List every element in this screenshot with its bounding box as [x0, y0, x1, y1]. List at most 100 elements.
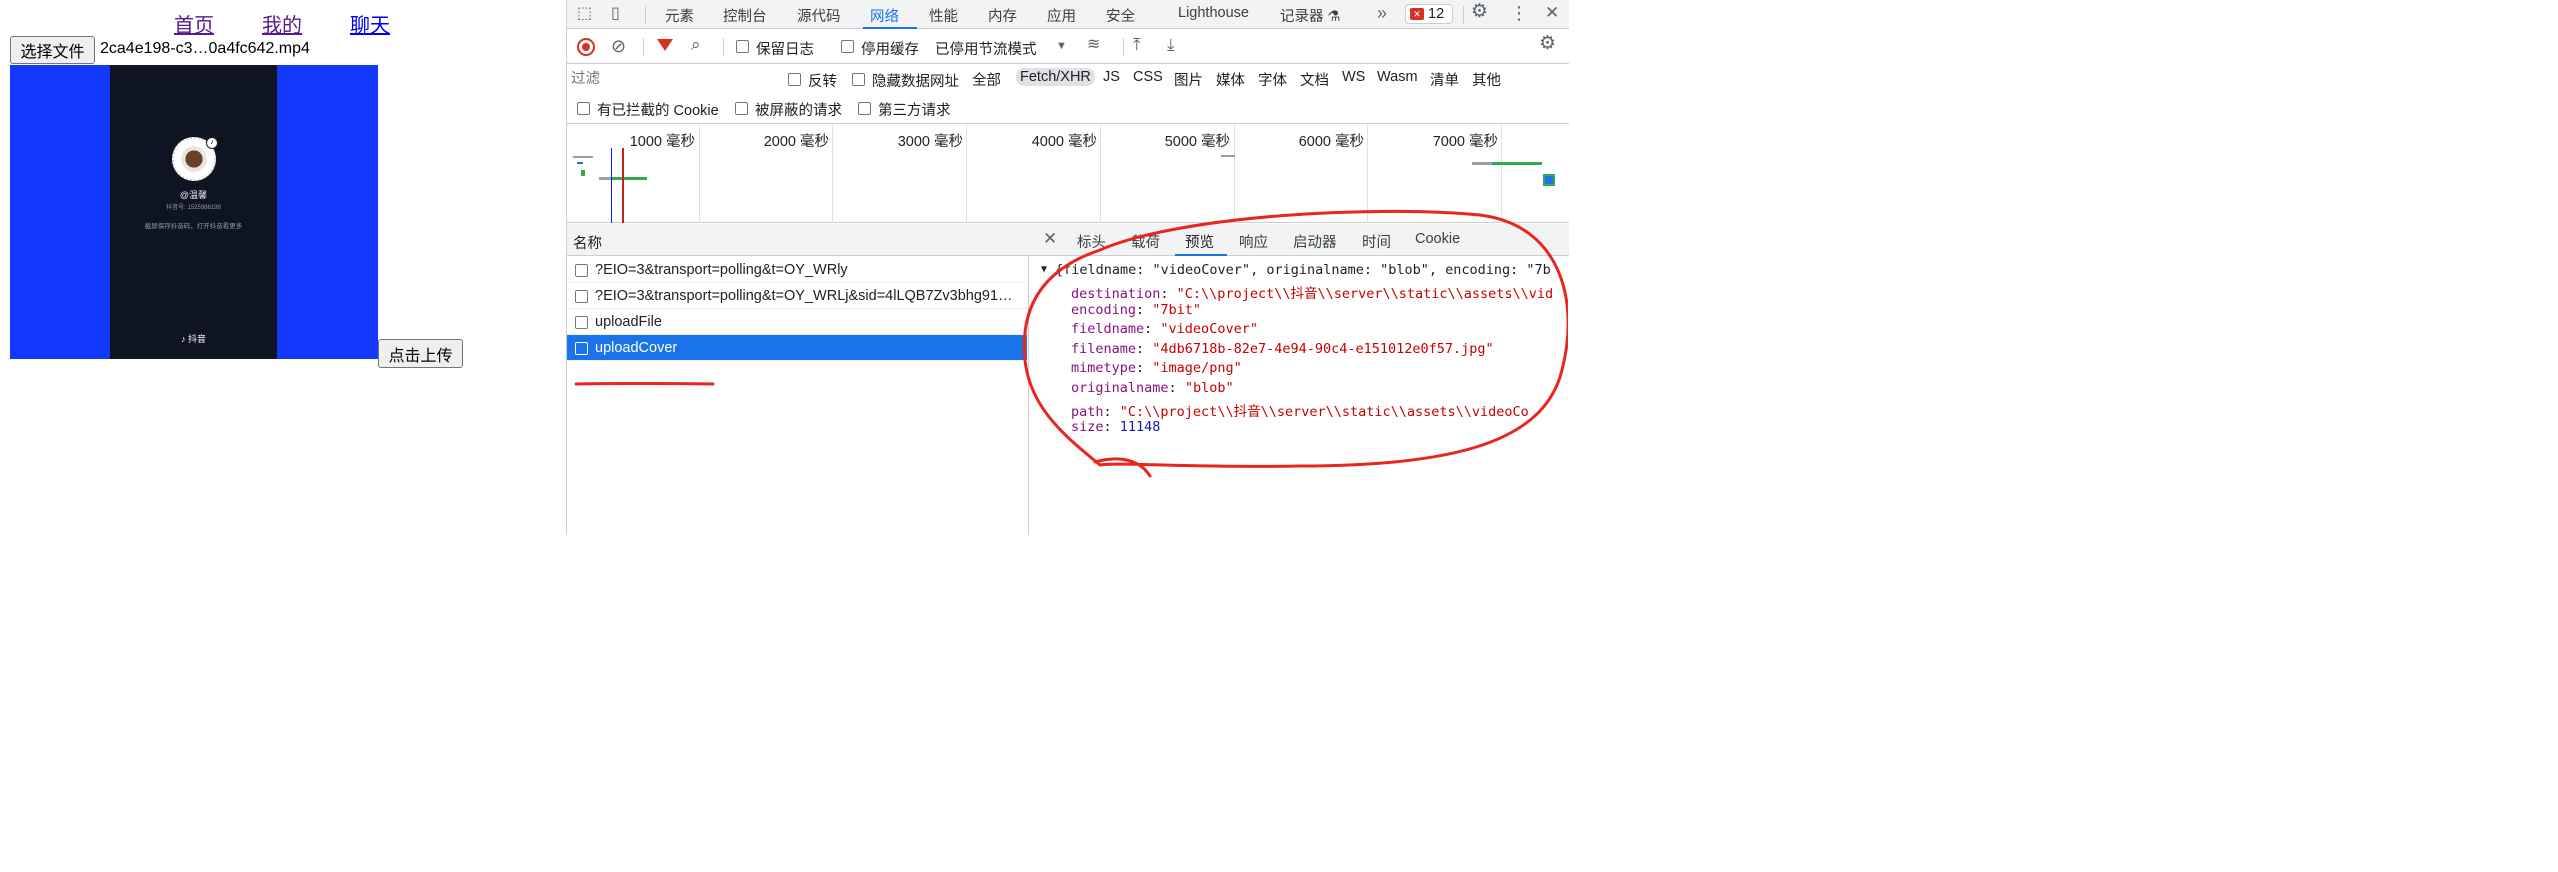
nav-link-home[interactable]: 首页	[174, 9, 214, 38]
request-detail-pane: ✕ 标头 载荷 预览 响应 启动器 时间 Cookie ▼ {fieldname…	[1029, 224, 1569, 535]
disable-cache-checkbox[interactable]	[841, 40, 854, 53]
throttle-select[interactable]: 已停用节流模式	[935, 38, 1037, 59]
video-logo-text: 抖音	[188, 334, 207, 344]
row-checkbox[interactable]	[575, 316, 588, 329]
row-checkbox[interactable]	[575, 290, 588, 303]
close-devtools-icon[interactable]: ✕	[1545, 4, 1559, 21]
blocked-cookies-label: 有已拦截的 Cookie	[597, 103, 719, 119]
device-toolbar-icon[interactable]: ▯	[611, 6, 620, 22]
network-conditions-icon[interactable]: ≋	[1087, 37, 1100, 53]
preserve-log-checkbox[interactable]	[736, 40, 749, 53]
row-checkbox[interactable]	[575, 264, 588, 277]
json-field: fieldname: "videoCover"	[1071, 321, 1258, 337]
search-icon[interactable]: ⌕	[691, 36, 701, 53]
preserve-log-label: 保留日志	[756, 42, 814, 58]
json-field: encoding: "7bit"	[1071, 302, 1202, 318]
inspect-element-icon[interactable]: ⬚	[577, 6, 592, 22]
request-name: ?EIO=3&transport=polling&t=OY_WRly	[595, 262, 848, 278]
douyin-badge-icon: ♪	[206, 137, 218, 149]
third-party-checkbox[interactable]	[858, 102, 871, 115]
nav-link-chat[interactable]: 聊天	[350, 9, 390, 38]
type-filter-manifest[interactable]: 清单	[1430, 69, 1459, 90]
tab-memory[interactable]: 内存	[988, 5, 1017, 26]
expand-triangle-icon[interactable]: ▼	[1041, 264, 1047, 275]
devtools-tab-bar: ⬚ ▯ 元素 控制台 源代码 网络 性能 内存 应用 安全 Lighthouse…	[567, 0, 1569, 29]
request-row[interactable]: ?EIO=3&transport=polling&t=OY_WRly	[567, 257, 1027, 283]
tab-application[interactable]: 应用	[1047, 5, 1076, 26]
detail-tab-preview[interactable]: 预览	[1185, 231, 1214, 252]
json-field: originalname: "blob"	[1071, 380, 1234, 396]
overview-tick: 5000 毫秒	[1164, 134, 1230, 150]
detail-tab-payload[interactable]: 载荷	[1131, 231, 1160, 252]
overview-tick: 7000 毫秒	[1432, 134, 1498, 150]
invert-checkbox[interactable]	[788, 73, 801, 86]
tab-lighthouse[interactable]: Lighthouse	[1178, 5, 1249, 21]
hide-data-urls-checkbox[interactable]	[852, 73, 865, 86]
column-name-header[interactable]: 名称	[573, 232, 602, 253]
tab-recorder[interactable]: 记录器 ⚗	[1280, 5, 1341, 26]
request-row-selected[interactable]: uploadCover	[567, 335, 1027, 361]
type-filter-img[interactable]: 图片	[1174, 69, 1203, 90]
type-filter-all[interactable]: 全部	[972, 69, 1001, 90]
error-icon: ✕	[1410, 8, 1424, 20]
more-options-icon[interactable]: ⋮	[1510, 4, 1528, 22]
type-filter-doc[interactable]: 文档	[1300, 69, 1329, 90]
filter-funnel-icon[interactable]	[657, 39, 673, 51]
record-stop-icon[interactable]	[577, 38, 595, 56]
blocked-cookies-checkbox[interactable]	[577, 102, 590, 115]
tab-performance[interactable]: 性能	[929, 5, 958, 26]
overview-tick: 6000 毫秒	[1298, 134, 1364, 150]
row-checkbox[interactable]	[575, 342, 588, 355]
json-field: mimetype: "image/png"	[1071, 360, 1242, 376]
detail-tab-bar: ✕ 标头 载荷 预览 响应 启动器 时间 Cookie	[1029, 224, 1569, 256]
type-filter-wasm[interactable]: Wasm	[1377, 69, 1418, 85]
type-filter-css[interactable]: CSS	[1133, 69, 1163, 85]
type-filter-font[interactable]: 字体	[1258, 69, 1287, 90]
more-tabs-icon[interactable]: »	[1377, 4, 1387, 22]
tab-network[interactable]: 网络	[870, 5, 899, 26]
tab-security[interactable]: 安全	[1106, 5, 1135, 26]
export-har-icon[interactable]: ⤓	[1167, 36, 1175, 53]
request-list-header: 名称	[567, 224, 1029, 256]
detail-tab-timing[interactable]: 时间	[1362, 231, 1391, 252]
clear-icon[interactable]: ⊘	[611, 37, 626, 55]
settings-gear-icon[interactable]: ⚙	[1471, 2, 1488, 21]
video-username: @温馨	[179, 190, 208, 200]
preview-summary: {fieldname: "videoCover", originalname: …	[1055, 262, 1551, 278]
detail-tab-response[interactable]: 响应	[1239, 231, 1268, 252]
filter-input[interactable]	[571, 68, 771, 90]
chevron-down-icon[interactable]: ▼	[1056, 38, 1067, 54]
detail-tab-headers[interactable]: 标头	[1077, 231, 1106, 252]
devtools-panel: ⬚ ▯ 元素 控制台 源代码 网络 性能 内存 应用 安全 Lighthouse…	[566, 0, 1569, 535]
type-filter-media[interactable]: 媒体	[1216, 69, 1245, 90]
video-player[interactable]: ♪ @温馨 抖音号: 1525986198 截屏保存抖音码，打开抖音看更多 ♪ …	[10, 65, 378, 359]
type-filter-js[interactable]: JS	[1103, 69, 1120, 85]
video-tip: 截屏保存抖音码，打开抖音看更多	[144, 223, 243, 230]
type-filter-ws[interactable]: WS	[1342, 69, 1365, 85]
request-row[interactable]: ?EIO=3&transport=polling&t=OY_WRLj&sid=4…	[567, 283, 1027, 309]
web-page: 首页 我的 聊天 选择文件 2ca4e198-c3…0a4fc642.mp4 ♪…	[0, 0, 566, 535]
tab-elements[interactable]: 元素	[665, 5, 694, 26]
disable-cache-label: 停用缓存	[861, 42, 919, 58]
request-row[interactable]: uploadFile	[567, 309, 1027, 335]
tab-sources[interactable]: 源代码	[797, 5, 841, 26]
hide-data-urls-label: 隐藏数据网址	[872, 74, 959, 90]
detail-tab-cookies[interactable]: Cookie	[1415, 231, 1460, 247]
type-filter-fetch-xhr[interactable]: Fetch/XHR	[1016, 68, 1095, 86]
error-counter[interactable]: ✕ 12	[1405, 4, 1453, 24]
json-field: path: "C:\\project\\抖音\\server\\static\\…	[1071, 404, 1529, 420]
request-name: uploadCover	[595, 340, 678, 356]
import-har-icon[interactable]: ⤒	[1133, 36, 1141, 53]
network-settings-gear-icon[interactable]: ⚙	[1539, 34, 1556, 53]
detail-tab-initiator[interactable]: 启动器	[1293, 231, 1337, 252]
overview-tick: 2000 毫秒	[763, 134, 829, 150]
network-overview-timeline[interactable]: 1000 毫秒 2000 毫秒 3000 毫秒 4000 毫秒 5000 毫秒 …	[567, 124, 1569, 223]
request-list: 名称 ?EIO=3&transport=polling&t=OY_WRly ?E…	[567, 224, 1029, 535]
nav-link-mine[interactable]: 我的	[262, 9, 302, 38]
blocked-requests-checkbox[interactable]	[735, 102, 748, 115]
type-filter-other[interactable]: 其他	[1472, 69, 1501, 90]
choose-file-button[interactable]: 选择文件	[10, 36, 95, 64]
tab-console[interactable]: 控制台	[723, 5, 767, 26]
upload-button[interactable]: 点击上传	[378, 339, 463, 368]
close-detail-icon[interactable]: ✕	[1043, 230, 1057, 247]
